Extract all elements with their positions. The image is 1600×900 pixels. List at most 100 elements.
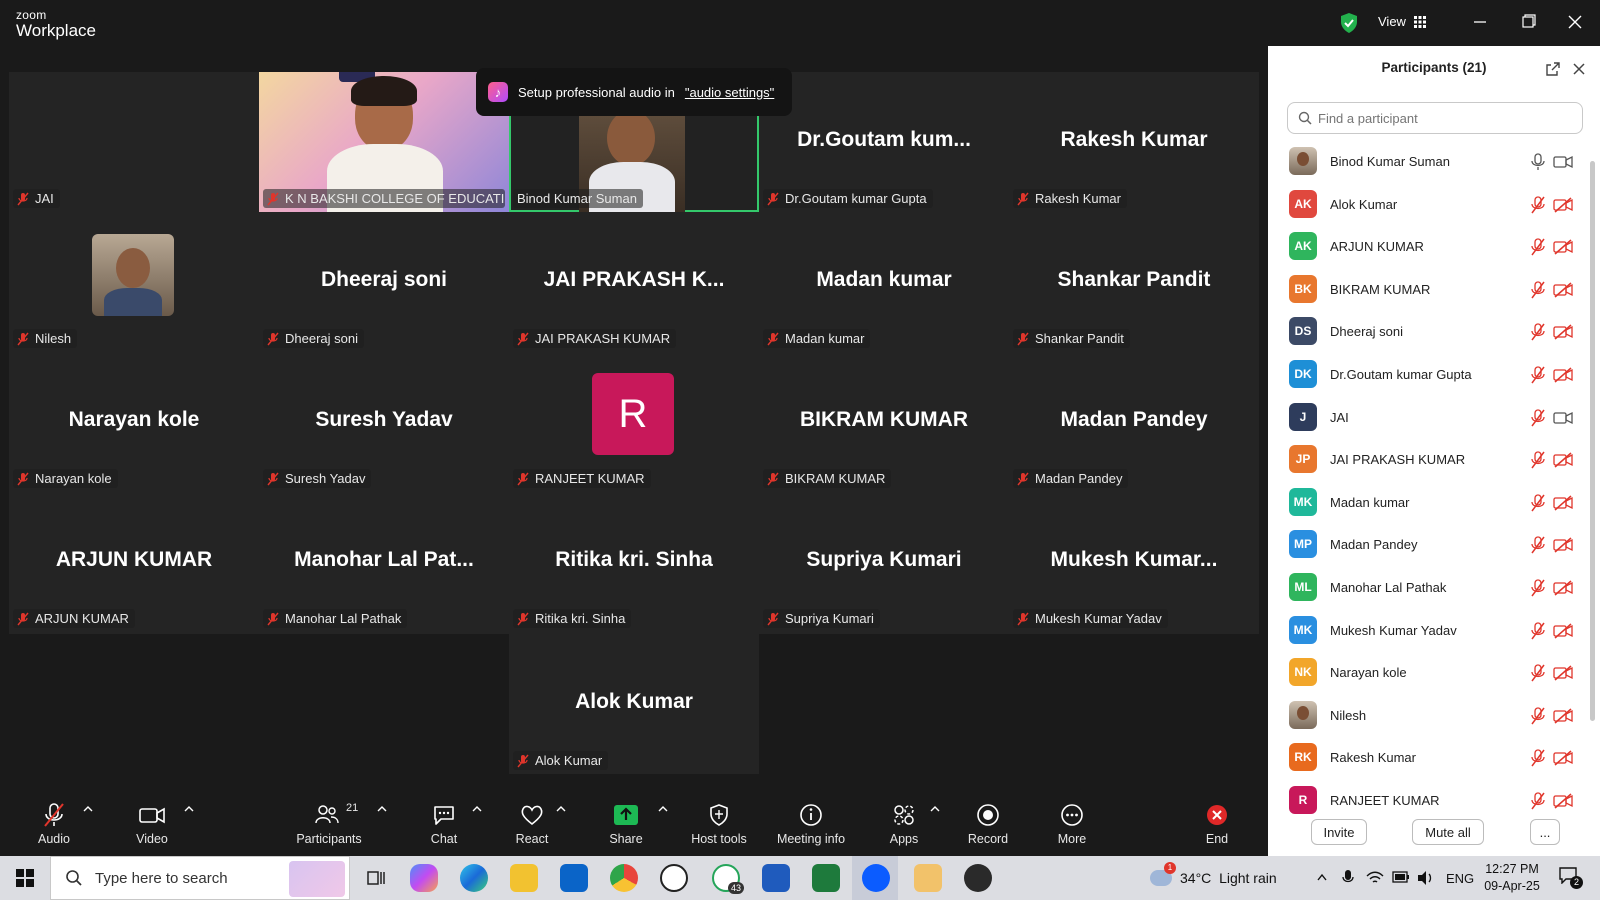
share-options-chevron-up-icon[interactable]	[657, 804, 669, 814]
muted-mic-icon[interactable]	[1530, 323, 1546, 341]
video-tile-narayan[interactable]: Narayan kole Narayan kole	[9, 352, 259, 492]
muted-mic-icon[interactable]	[1530, 664, 1546, 682]
participant-row[interactable]: BK BIKRAM KUMAR	[1268, 269, 1586, 311]
word-icon[interactable]	[762, 864, 790, 892]
notification-center-icon[interactable]: 2	[1558, 866, 1583, 889]
apps-options-chevron-up-icon[interactable]	[929, 804, 941, 814]
participant-row[interactable]: AK ARJUN KUMAR	[1268, 226, 1586, 268]
restore-icon[interactable]	[1516, 12, 1540, 32]
video-camera-icon[interactable]	[1553, 410, 1573, 426]
video-off-icon[interactable]	[1553, 537, 1573, 553]
participants-options-chevron-up-icon[interactable]	[376, 804, 388, 814]
chat-options-chevron-up-icon[interactable]	[471, 804, 483, 814]
video-off-icon[interactable]	[1553, 452, 1573, 468]
video-options-chevron-up-icon[interactable]	[183, 804, 195, 814]
video-tile-alok[interactable]: Alok Kumar Alok Kumar	[509, 634, 759, 774]
video-off-icon[interactable]	[1553, 324, 1573, 340]
mail-app-icon[interactable]	[914, 864, 942, 892]
video-off-icon[interactable]	[1553, 793, 1573, 809]
video-off-icon[interactable]	[1553, 239, 1573, 255]
task-view-icon[interactable]	[362, 864, 390, 892]
muted-mic-icon[interactable]	[1530, 579, 1546, 597]
participant-row[interactable]: DK Dr.Goutam kumar Gupta	[1268, 354, 1586, 396]
participant-row[interactable]: MK Madan kumar	[1268, 482, 1586, 524]
apps-button[interactable]: Apps	[886, 802, 922, 846]
participant-row[interactable]: JP JAI PRAKASH KUMAR	[1268, 439, 1586, 481]
close-panel-icon[interactable]	[1572, 62, 1586, 76]
participant-row[interactable]: R RANJEET KUMAR	[1268, 780, 1586, 822]
react-options-chevron-up-icon[interactable]	[555, 804, 567, 814]
video-off-icon[interactable]	[1553, 282, 1573, 298]
video-tile-madan-kumar[interactable]: Madan kumar Madan kumar	[759, 212, 1009, 352]
video-tile-suresh[interactable]: Suresh Yadav Suresh Yadav	[259, 352, 509, 492]
clock[interactable]: 12:27 PM 09-Apr-25	[1480, 856, 1544, 900]
participant-row[interactable]: MK Mukesh Kumar Yadav	[1268, 610, 1586, 652]
meeting-info-button[interactable]: Meeting info	[772, 802, 850, 846]
participant-row[interactable]: RK Rakesh Kumar	[1268, 737, 1586, 779]
video-off-icon[interactable]	[1553, 708, 1573, 724]
video-off-icon[interactable]	[1553, 197, 1573, 213]
audio-button[interactable]: Audio	[36, 802, 72, 846]
participant-row[interactable]: NK Narayan kole	[1268, 652, 1586, 694]
audio-options-chevron-up-icon[interactable]	[82, 804, 94, 814]
participant-row[interactable]: ML Manohar Lal Pathak	[1268, 567, 1586, 609]
whatsapp-icon[interactable]: 43	[712, 864, 744, 894]
video-tile-rakesh[interactable]: Rakesh Kumar Rakesh Kumar	[1009, 72, 1259, 212]
muted-mic-icon[interactable]	[1530, 536, 1546, 554]
video-tile-madan-pandey[interactable]: Madan Pandey Madan Pandey	[1009, 352, 1259, 492]
muted-mic-icon[interactable]	[1530, 366, 1546, 384]
panel-more-button[interactable]: ...	[1530, 819, 1560, 845]
video-off-icon[interactable]	[1553, 750, 1573, 766]
video-tile-mukesh[interactable]: Mukesh Kumar... Mukesh Kumar Yadav	[1009, 492, 1259, 632]
participant-row[interactable]: MP Madan Pandey	[1268, 524, 1586, 566]
video-tile-nilesh[interactable]: Nilesh	[9, 212, 259, 352]
end-meeting-button[interactable]: End	[1200, 802, 1234, 846]
video-tile-bikram[interactable]: BIKRAM KUMAR BIKRAM KUMAR	[759, 352, 1009, 492]
video-tile-goutam[interactable]: Dr.Goutam kum... Dr.Goutam kumar Gupta	[759, 72, 1009, 212]
participant-row[interactable]: DS Dheeraj soni	[1268, 311, 1586, 353]
muted-mic-icon[interactable]	[1530, 494, 1546, 512]
video-tile-ritika[interactable]: Ritika kri. Sinha Ritika kri. Sinha	[509, 492, 759, 632]
microphone-icon[interactable]	[1530, 153, 1546, 171]
file-explorer-icon[interactable]	[510, 864, 538, 892]
windows-start-icon[interactable]	[16, 869, 34, 887]
taskbar-search[interactable]: Type here to search	[50, 856, 350, 900]
tray-chevron-up-icon[interactable]	[1316, 872, 1328, 882]
video-off-icon[interactable]	[1553, 495, 1573, 511]
mute-all-button[interactable]: Mute all	[1412, 819, 1484, 845]
outlook-icon[interactable]	[560, 864, 588, 892]
muted-mic-icon[interactable]	[1530, 408, 1546, 427]
search-input[interactable]	[1318, 110, 1568, 126]
pop-out-icon[interactable]	[1545, 61, 1561, 77]
muted-mic-icon[interactable]	[1530, 281, 1546, 299]
language-indicator[interactable]: ENG	[1446, 856, 1474, 900]
video-camera-icon[interactable]	[1553, 154, 1573, 170]
wifi-icon[interactable]	[1366, 870, 1384, 886]
volume-icon[interactable]	[1416, 870, 1434, 886]
participant-row[interactable]: AK Alok Kumar	[1268, 184, 1586, 226]
view-button[interactable]: View	[1378, 14, 1426, 29]
video-tile-jai-prakash[interactable]: JAI PRAKASH K... JAI PRAKASH KUMAR	[509, 212, 759, 352]
participants-button[interactable]: 21 Participants	[292, 802, 366, 846]
muted-mic-icon[interactable]	[1530, 749, 1546, 767]
edge-browser-icon[interactable]	[460, 864, 488, 892]
copilot-icon[interactable]	[410, 864, 438, 892]
record-button[interactable]: Record	[966, 802, 1010, 846]
muted-mic-icon[interactable]	[1530, 195, 1546, 214]
video-tile-kn-bakshi[interactable]: K N BAKSHI COLLEGE OF EDUCATIO...	[259, 72, 509, 212]
video-tile-jai[interactable]: JAI	[9, 72, 259, 212]
muted-mic-icon[interactable]	[1530, 238, 1546, 256]
participant-row[interactable]: J JAI	[1268, 397, 1586, 439]
list-scrollbar[interactable]	[1590, 161, 1595, 721]
minimize-icon[interactable]	[1468, 12, 1492, 32]
tray-microphone-icon[interactable]	[1342, 869, 1354, 887]
security-shield-icon[interactable]	[1339, 12, 1359, 34]
weather-widget[interactable]: 1 34°C Light rain	[1150, 856, 1277, 900]
chat-button[interactable]: Chat	[426, 802, 462, 846]
video-tile-ranjeet[interactable]: R RANJEET KUMAR	[509, 352, 759, 492]
share-button[interactable]: Share	[606, 802, 646, 846]
chrome-icon[interactable]	[610, 864, 638, 892]
host-tools-button[interactable]: Host tools	[688, 802, 750, 846]
muted-mic-icon[interactable]	[1530, 621, 1546, 640]
participant-row[interactable]: Binod Kumar Suman	[1268, 141, 1586, 183]
